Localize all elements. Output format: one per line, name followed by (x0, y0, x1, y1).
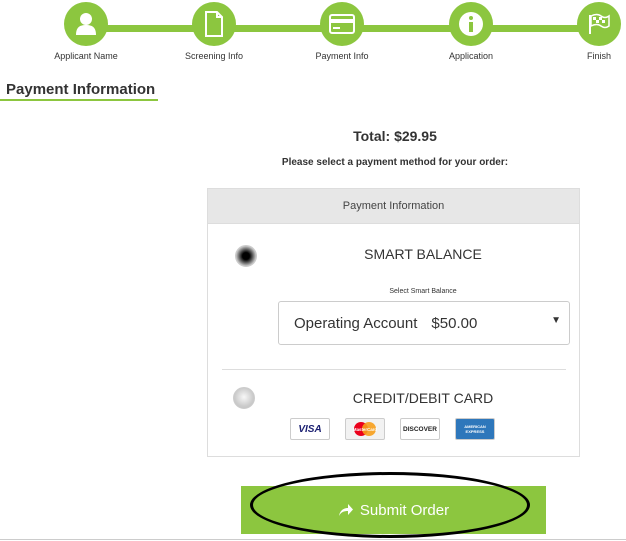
payment-panel: Payment Information SMART BALANCE Select… (207, 188, 580, 457)
smart-balance-radio[interactable] (235, 245, 257, 267)
select-account-amount: $50.00 (431, 314, 478, 332)
step-label: Applicant Name (54, 51, 118, 61)
title-underline (0, 99, 158, 101)
discover-logo: DISCOVER (400, 418, 440, 440)
mastercard-logo: MasterCard (345, 418, 385, 440)
step-screening-info: Screening Info (164, 2, 264, 61)
step-finish: Finish (549, 2, 626, 61)
visa-logo: VISA (290, 418, 330, 440)
bottom-border (0, 539, 626, 540)
step-applicant-name: Applicant Name (36, 2, 136, 61)
share-arrow-icon (338, 504, 353, 516)
panel-header: Payment Information (208, 189, 579, 224)
payment-instructions: Please select a payment method for your … (281, 157, 509, 168)
step-label: Finish (586, 51, 611, 61)
smart-balance-title: SMART BALANCE (364, 246, 482, 262)
divider (222, 369, 566, 370)
step-label: Screening Info (184, 51, 244, 61)
step-application: Application (421, 2, 521, 61)
amex-logo: AMERICAN EXPRESS (455, 418, 495, 440)
select-account-name: Operating Account (294, 314, 418, 332)
progress-stepper: Applicant Name Screening Info Payment In… (0, 0, 626, 66)
step-payment-info: Payment Info (292, 2, 392, 61)
svg-text:MasterCard: MasterCard (353, 427, 377, 432)
credit-card-icon (320, 2, 364, 46)
smart-balance-select[interactable]: Operating Account $50.00 ▼ (278, 301, 570, 345)
select-smart-balance-label: Select Smart Balance (389, 288, 457, 295)
credit-card-radio[interactable] (233, 387, 255, 409)
submit-order-label: Submit Order (359, 501, 450, 519)
step-label: Payment Info (315, 51, 369, 61)
info-icon (449, 2, 493, 46)
step-label: Application (448, 51, 494, 61)
order-total: Total: $29.95 (353, 128, 437, 144)
user-icon (64, 2, 108, 46)
document-icon (192, 2, 236, 46)
chevron-down-icon: ▼ (551, 315, 561, 326)
card-logos: VISA MasterCard DISCOVER AMERICAN EXPRES… (290, 418, 510, 440)
page-title: Payment Information (6, 81, 156, 98)
credit-card-title: CREDIT/DEBIT CARD (352, 390, 494, 406)
submit-order-button[interactable]: Submit Order (241, 486, 546, 534)
checkered-flag-icon (577, 2, 621, 46)
